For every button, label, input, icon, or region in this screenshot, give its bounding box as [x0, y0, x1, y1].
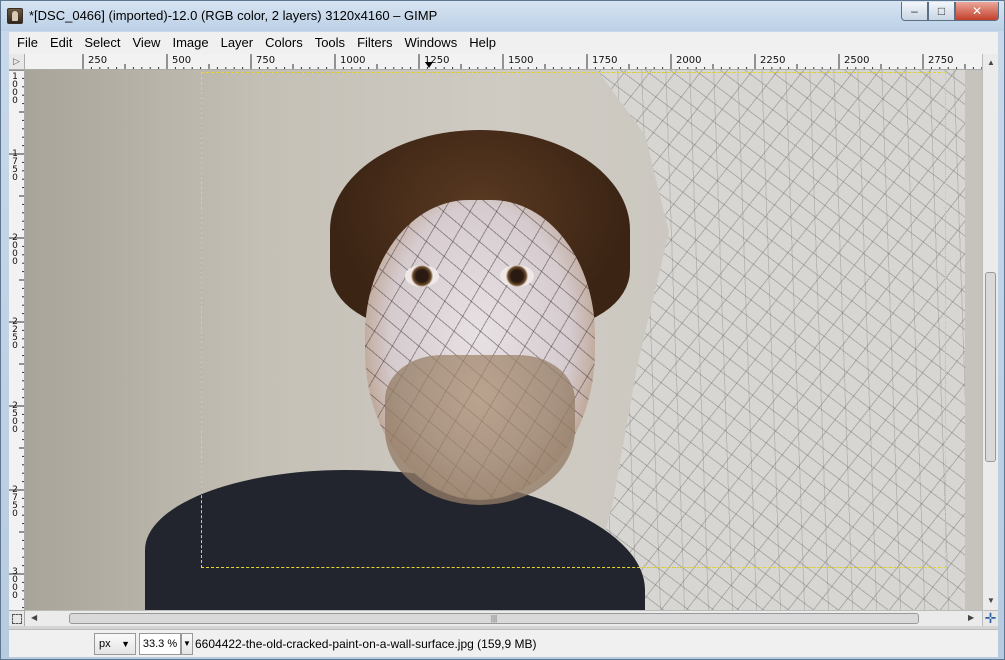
minimize-button[interactable]: – [901, 2, 928, 21]
window-controls: – □ ✕ [901, 2, 999, 21]
horizontal-scrollbar[interactable]: ◀ ||| ▶ [25, 610, 982, 626]
canvas-viewport[interactable] [25, 70, 982, 610]
ruler-label: 250 [88, 55, 108, 66]
vertical-scrollbar[interactable]: ▲ ▼ [982, 54, 998, 610]
menu-select[interactable]: Select [78, 33, 126, 53]
ruler-label: 2000 [12, 233, 18, 267]
ruler-label: 1750 [12, 149, 18, 183]
quick-mask-toggle[interactable] [9, 610, 25, 626]
menu-image[interactable]: Image [166, 33, 214, 53]
ruler-menu-icon[interactable]: ▷ [9, 54, 25, 70]
ruler-label: 2750 [12, 485, 18, 519]
ruler-label: 1500 [508, 55, 534, 66]
zoom-dropdown-icon[interactable]: ▼ [181, 633, 193, 655]
title-bar[interactable]: *[DSC_0466] (imported)-12.0 (RGB color, … [1, 1, 1004, 31]
vertical-scroll-thumb[interactable] [985, 272, 996, 462]
ruler-label: 500 [172, 55, 192, 66]
ruler-label: 2500 [844, 55, 870, 66]
ruler-label: 1000 [340, 55, 366, 66]
menu-windows[interactable]: Windows [398, 33, 463, 53]
image-window: ▷ 250 500 750 1000 1250 1500 1750 2000 2… [9, 54, 998, 629]
horizontal-ruler-ticks [82, 54, 982, 69]
layer-boundary-selection[interactable] [201, 72, 946, 568]
menu-bar: File Edit Select View Image Layer Colors… [9, 32, 998, 54]
ruler-label: 2500 [12, 401, 18, 435]
vertical-ruler[interactable]: 1000 1750 2000 2250 2500 2750 3000 [9, 70, 25, 610]
menu-layer[interactable]: Layer [215, 33, 260, 53]
maximize-button[interactable]: □ [928, 2, 955, 21]
zoom-input[interactable]: 33.3 % [139, 633, 181, 655]
menu-filters[interactable]: Filters [351, 33, 398, 53]
unit-dropdown[interactable]: px ▼ [94, 633, 136, 655]
ruler-label: 2250 [12, 317, 18, 351]
scroll-right-icon[interactable]: ▶ [968, 613, 974, 622]
menu-tools[interactable]: Tools [309, 33, 351, 53]
ruler-label: 2000 [676, 55, 702, 66]
menu-edit[interactable]: Edit [44, 33, 78, 53]
status-bar: px ▼ 33.3 % ▼ 6604422-the-old-cracked-pa… [9, 629, 998, 657]
pointer-position-marker [425, 62, 433, 68]
chevron-down-icon: ▼ [121, 639, 130, 649]
navigate-icon[interactable]: ✛ [982, 610, 998, 626]
status-message: 6604422-the-old-cracked-paint-on-a-wall-… [195, 637, 537, 651]
ruler-label: 1000 [12, 72, 18, 106]
menu-file[interactable]: File [11, 33, 44, 53]
ruler-label: 2750 [928, 55, 954, 66]
gimp-window: *[DSC_0466] (imported)-12.0 (RGB color, … [0, 0, 1005, 660]
gimp-app-icon[interactable] [7, 8, 23, 24]
horizontal-scroll-thumb[interactable]: ||| [69, 613, 919, 624]
ruler-label: 750 [256, 55, 276, 66]
ruler-label: 3000 [12, 567, 18, 601]
ruler-label: 2250 [760, 55, 786, 66]
ruler-label: 1750 [592, 55, 618, 66]
menu-help[interactable]: Help [463, 33, 502, 53]
close-button[interactable]: ✕ [955, 2, 999, 21]
scroll-down-icon[interactable]: ▼ [987, 596, 995, 605]
menu-colors[interactable]: Colors [259, 33, 309, 53]
window-title: *[DSC_0466] (imported)-12.0 (RGB color, … [29, 8, 438, 23]
scroll-left-icon[interactable]: ◀ [31, 613, 37, 622]
unit-value: px [99, 638, 111, 650]
menu-view[interactable]: View [127, 33, 167, 53]
scroll-up-icon[interactable]: ▲ [987, 58, 995, 67]
horizontal-ruler[interactable]: 250 500 750 1000 1250 1500 1750 2000 225… [25, 54, 982, 70]
